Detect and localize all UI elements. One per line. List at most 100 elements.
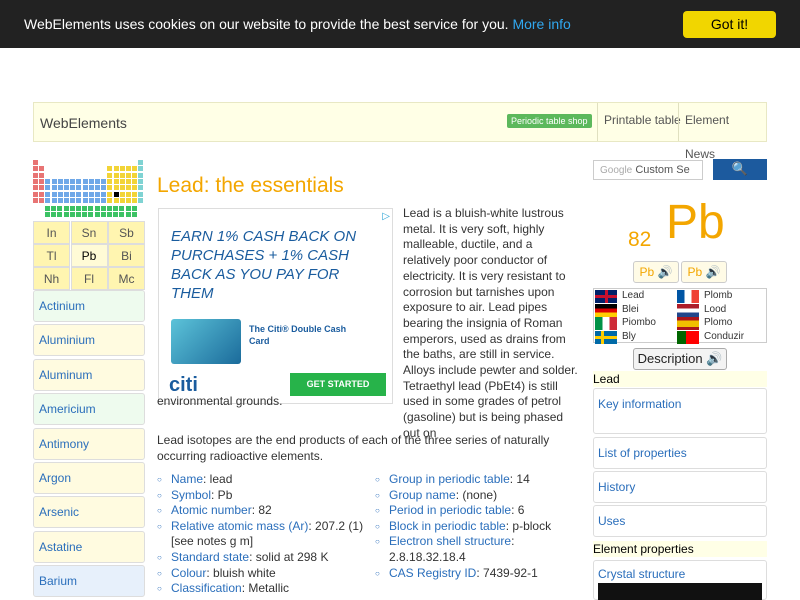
language-name: Bly bbox=[622, 330, 636, 342]
element-link-actinium[interactable]: Actinium bbox=[33, 290, 145, 322]
periodic-cell bbox=[126, 197, 131, 203]
get-started-button[interactable]: GET STARTED bbox=[290, 373, 386, 396]
neighbour-element-pb[interactable]: Pb bbox=[70, 244, 108, 267]
cookie-message: WebElements uses cookies on our website … bbox=[24, 16, 571, 32]
periodic-cell bbox=[82, 191, 88, 197]
periodic-cell bbox=[45, 212, 50, 218]
periodic-cell bbox=[138, 178, 144, 184]
element-link-arsenic[interactable]: Arsenic bbox=[33, 496, 145, 529]
periodic-cell bbox=[88, 185, 94, 191]
flag-se-icon bbox=[595, 330, 617, 344]
brand[interactable]: WebElements bbox=[40, 115, 127, 131]
property-value: : 14 bbox=[509, 472, 530, 486]
adchoices-icon[interactable]: ▷ bbox=[382, 211, 390, 222]
periodic-cell bbox=[76, 178, 82, 184]
neighbour-element-mc[interactable]: Mc bbox=[108, 267, 145, 290]
periodic-cell bbox=[113, 212, 119, 218]
neighbour-element-tl[interactable]: Tl bbox=[33, 244, 70, 267]
periodic-cell bbox=[101, 185, 107, 191]
neighbour-element-nh[interactable]: Nh bbox=[33, 267, 70, 290]
periodic-cell bbox=[131, 206, 137, 211]
periodic-cell bbox=[70, 191, 76, 197]
property-key[interactable]: Relative atomic mass (Ar) bbox=[171, 519, 308, 533]
periodic-cell bbox=[33, 185, 38, 191]
search-icon: 🔍 bbox=[731, 161, 749, 176]
neighbour-element-sn[interactable]: Sn bbox=[70, 221, 108, 244]
neighbour-element-in[interactable]: In bbox=[33, 221, 70, 244]
search-input[interactable]: Google Custom Se bbox=[593, 160, 703, 180]
periodic-cell bbox=[57, 212, 63, 218]
lead-section-heading: Lead bbox=[593, 371, 767, 387]
periodic-cell bbox=[64, 191, 69, 197]
periodic-cell bbox=[45, 178, 51, 184]
element-link-barium[interactable]: Barium bbox=[33, 565, 145, 598]
search-prefix: Google bbox=[600, 165, 633, 176]
element-link-aluminium[interactable]: Aluminium bbox=[33, 324, 145, 357]
language-name: Plomo bbox=[704, 317, 733, 328]
periodic-cell bbox=[95, 178, 100, 184]
element-link-antimony[interactable]: Antimony bbox=[33, 427, 145, 460]
search-button[interactable]: 🔍 bbox=[713, 159, 767, 180]
periodic-cell bbox=[132, 178, 138, 184]
periodic-table-shop-button[interactable]: Periodic table shop bbox=[507, 114, 592, 128]
periodic-cell bbox=[132, 166, 138, 172]
more-info-link[interactable]: More info bbox=[512, 16, 570, 32]
neighbour-element-bi[interactable]: Bi bbox=[108, 244, 145, 267]
element-news-link[interactable]: Element News bbox=[678, 103, 766, 161]
property-key[interactable]: Standard state bbox=[171, 550, 249, 564]
property-key[interactable]: Period in periodic table bbox=[389, 503, 511, 517]
element-link-americium[interactable]: Americium bbox=[33, 393, 145, 426]
lead-link-key-information[interactable]: Key information bbox=[593, 388, 767, 434]
periodic-cell bbox=[100, 212, 106, 218]
neighbour-element-fl[interactable]: Fl bbox=[70, 267, 108, 290]
periodic-cell bbox=[126, 185, 131, 191]
periodic-cell bbox=[82, 212, 88, 218]
periodic-cell bbox=[76, 206, 81, 211]
pronounce-button-1[interactable]: Pb 🔊 bbox=[633, 261, 679, 283]
ad-headline: EARN 1% CASH BACK ON PURCHASES + 1% CASH… bbox=[171, 228, 357, 302]
periodic-cell bbox=[113, 197, 119, 203]
property-key[interactable]: Group name bbox=[389, 488, 456, 502]
property-key[interactable]: Classification bbox=[171, 581, 242, 595]
periodic-cell bbox=[70, 185, 76, 191]
property-key[interactable]: Atomic number bbox=[171, 503, 252, 517]
periodic-cell bbox=[126, 172, 131, 178]
ad-card-name: The Citi® Double Cash Card bbox=[249, 324, 347, 346]
element-symbol: Pb bbox=[666, 196, 725, 249]
advertisement[interactable]: ▷ EARN 1% CASH BACK ON PURCHASES + 1% CA… bbox=[158, 208, 393, 404]
periodic-cell bbox=[39, 185, 45, 191]
crystal-structure-link[interactable]: Crystal structure bbox=[593, 560, 767, 600]
periodic-cell bbox=[88, 212, 94, 218]
got-it-button[interactable]: Got it! bbox=[683, 11, 776, 38]
element-link-argon[interactable]: Argon bbox=[33, 462, 145, 494]
property-key[interactable]: CAS Registry ID bbox=[389, 566, 476, 580]
periodic-cell bbox=[113, 185, 119, 191]
property-value: : 6 bbox=[511, 503, 525, 518]
periodic-cell bbox=[82, 178, 88, 184]
intro-text: Lead is a bluish-white lustrous metal. I… bbox=[403, 206, 578, 440]
property-key[interactable]: Name bbox=[171, 472, 203, 486]
property-key[interactable]: Group in periodic table bbox=[389, 472, 510, 486]
description-button[interactable]: Description 🔊 bbox=[633, 348, 727, 370]
periodic-table-thumbnail[interactable] bbox=[33, 160, 145, 218]
lead-link-uses[interactable]: Uses bbox=[593, 505, 767, 537]
periodic-cell bbox=[126, 191, 131, 197]
element-link-astatine[interactable]: Astatine bbox=[33, 530, 145, 563]
search-placeholder: Custom Se bbox=[635, 164, 690, 176]
language-name: Plomb bbox=[704, 290, 733, 301]
property-item: Period in periodic table: 6 bbox=[375, 503, 590, 519]
printable-table-link[interactable]: Printable table bbox=[597, 103, 687, 141]
property-key[interactable]: Colour bbox=[171, 566, 206, 580]
periodic-cell bbox=[138, 160, 144, 165]
property-key[interactable]: Electron shell structure bbox=[389, 534, 511, 548]
lead-link-history[interactable]: History bbox=[593, 471, 767, 503]
flag-it-icon bbox=[595, 317, 617, 330]
language-name: Piombo bbox=[622, 317, 656, 328]
periodic-cell bbox=[119, 178, 125, 184]
property-key[interactable]: Symbol bbox=[171, 488, 211, 502]
neighbour-element-sb[interactable]: Sb bbox=[108, 221, 145, 244]
element-link-aluminum[interactable]: Aluminum bbox=[33, 358, 145, 391]
lead-link-list-of-properties[interactable]: List of properties bbox=[593, 437, 767, 469]
pronounce-button-2[interactable]: Pb 🔊 bbox=[681, 261, 727, 283]
property-key[interactable]: Block in periodic table bbox=[389, 519, 506, 533]
